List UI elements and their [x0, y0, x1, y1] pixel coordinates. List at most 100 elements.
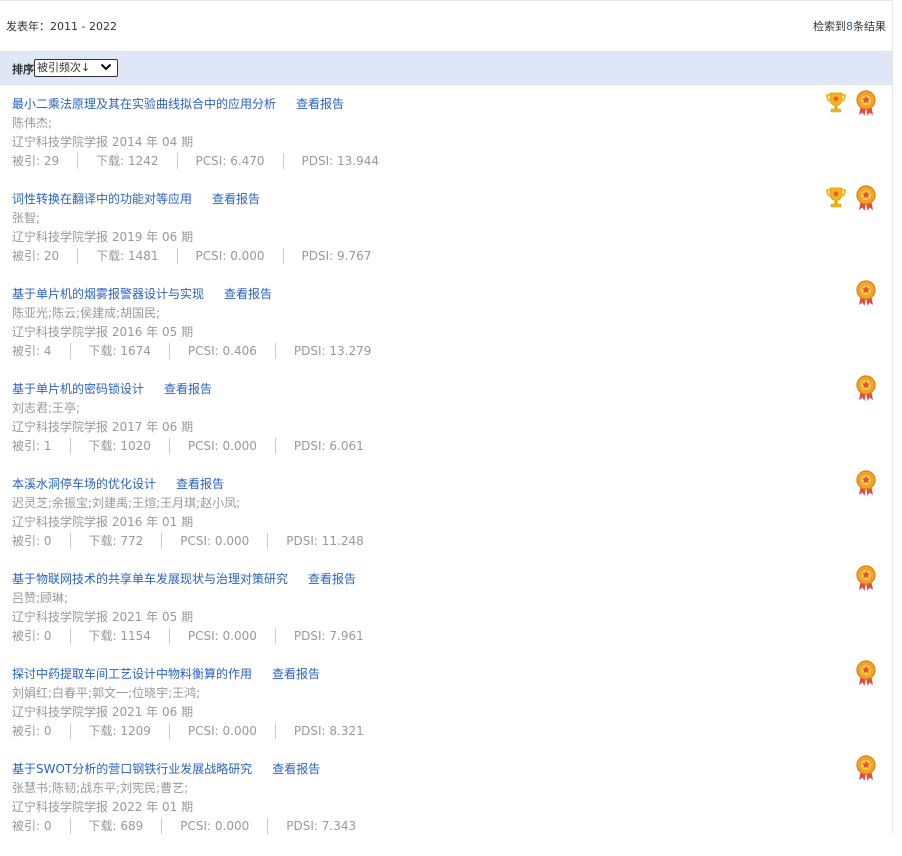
stat-download-value: 1209 — [120, 724, 151, 738]
title-row: 本溪水洞停车场的优化设计 查看报告 — [12, 476, 224, 492]
stat-cited-label: 被引: — [12, 344, 44, 358]
article-stats: 被引: 1 下载: 1020 PCSI: 0.000 PDSI: 6.061 — [12, 438, 382, 454]
article-journal: 辽宁科技学院学报 2021 年 06 期 — [12, 705, 194, 719]
stat-pdsi-label: PDSI: — [286, 534, 322, 548]
stat-cited: 被引: 29 — [12, 153, 77, 169]
article-authors: 陈亚光;陈云;侯建成;胡国民; — [12, 306, 161, 320]
sort-select[interactable]: 被引频次↓ — [34, 59, 118, 77]
stat-download-value: 1020 — [120, 439, 151, 453]
article-authors: 张智; — [12, 211, 41, 225]
article-title-link[interactable]: 探讨中药提取车间工艺设计中物料衡算的作用 — [12, 667, 252, 681]
stat-download: 下载: 1209 — [69, 723, 169, 739]
article-title-link[interactable]: 基于单片机的烟雾报警器设计与实现 — [12, 287, 204, 301]
stat-download-label: 下载: — [88, 819, 121, 833]
view-report-link[interactable]: 查看报告 — [176, 477, 224, 491]
stat-download-value: 689 — [120, 819, 144, 833]
stat-pdsi-label: PDSI: — [301, 249, 338, 263]
stat-cited: 被引: 20 — [12, 248, 77, 264]
sort-select-value: 被引频次↓ — [37, 61, 91, 74]
stat-pcsi: PCSI: 0.000 — [168, 438, 275, 454]
badges — [854, 754, 878, 782]
view-report-link[interactable]: 查看报告 — [224, 287, 272, 301]
result-count-text: 检索到8条结果 — [813, 18, 886, 34]
stat-pdsi-value: 13.279 — [329, 344, 372, 358]
badges — [824, 184, 878, 212]
stat-download: 下载: 1674 — [69, 343, 169, 359]
stat-cited: 被引: 1 — [12, 438, 70, 454]
article-title-link[interactable]: 本溪水洞停车场的优化设计 — [12, 477, 156, 491]
article-title-link[interactable]: 基于SWOT分析的营口钢铁行业发展战略研究 — [12, 762, 252, 776]
stat-pcsi-value: 0.000 — [230, 249, 265, 263]
view-report-link[interactable]: 查看报告 — [296, 97, 344, 111]
stat-download: 下载: 1481 — [77, 248, 176, 264]
view-report-link[interactable]: 查看报告 — [164, 382, 212, 396]
stat-download: 下载: 689 — [69, 818, 162, 834]
view-report-link[interactable]: 查看报告 — [308, 572, 356, 586]
stat-pcsi-label: PCSI: — [195, 249, 231, 263]
badges — [854, 374, 878, 402]
article-journal: 辽宁科技学院学报 2021 年 05 期 — [12, 610, 194, 624]
title-row: 基于单片机的密码锁设计 查看报告 — [12, 381, 212, 397]
trophy-icon — [826, 92, 846, 113]
article-title-link[interactable]: 词性转换在翻译中的功能对等应用 — [12, 192, 192, 206]
trophy-icon — [826, 187, 846, 208]
chevron-down-icon — [100, 63, 112, 71]
badges — [824, 89, 878, 117]
stat-pcsi-label: PCSI: — [195, 154, 231, 168]
stat-download-label: 下载: — [88, 344, 121, 358]
stat-cited-value: 20 — [43, 249, 60, 263]
stat-cited: 被引: 0 — [12, 533, 70, 549]
result-suffix: 条结果 — [853, 20, 886, 33]
view-report-link[interactable]: 查看报告 — [272, 762, 320, 776]
stat-cited-label: 被引: — [12, 249, 44, 263]
stat-download: 下载: 1020 — [69, 438, 169, 454]
stat-pdsi-value: 13.944 — [337, 154, 380, 168]
view-report-link[interactable]: 查看报告 — [272, 667, 320, 681]
badges — [854, 564, 878, 592]
result-item: 基于单片机的密码锁设计 查看报告 刘志君;王亭; 辽宁科技学院学报 2017 年 06… — [0, 375, 892, 476]
article-title-link[interactable]: 最小二乘法原理及其在实验曲线拟合中的应用分析 — [12, 97, 276, 111]
title-row: 最小二乘法原理及其在实验曲线拟合中的应用分析 查看报告 — [12, 96, 344, 112]
article-stats: 被引: 20 下载: 1481 PCSI: 0.000 PDSI: 9.767 — [12, 248, 389, 264]
stat-cited-label: 被引: — [12, 629, 44, 643]
article-authors: 迟灵芝;余振宝;刘建禹;王煊;王月琪;赵小凤; — [12, 496, 241, 510]
stat-pcsi-value: 0.000 — [214, 534, 250, 548]
stat-cited: 被引: 0 — [12, 723, 70, 739]
article-stats: 被引: 29 下载: 1242 PCSI: 6.470 PDSI: 13.944 — [12, 153, 397, 169]
right-border — [892, 0, 893, 833]
article-stats: 被引: 0 下载: 772 PCSI: 0.000 PDSI: 11.248 — [12, 533, 382, 549]
stat-pdsi: PDSI: 7.961 — [274, 628, 382, 644]
stat-pcsi-value: 0.000 — [222, 724, 257, 738]
result-count: 8 — [846, 20, 853, 33]
stat-pdsi-value: 7.343 — [321, 819, 357, 833]
title-row: 基于物联网技术的共享单车发展现状与治理对策研究 查看报告 — [12, 571, 356, 587]
stat-cited-label: 被引: — [12, 724, 44, 738]
badges — [854, 469, 878, 497]
title-row: 基于SWOT分析的营口钢铁行业发展战略研究 查看报告 — [12, 761, 320, 777]
stat-pdsi-label: PDSI: — [293, 439, 330, 453]
stat-pdsi-value: 11.248 — [321, 534, 364, 548]
article-authors: 吕赞;顾琳; — [12, 591, 69, 605]
stat-pdsi-label: PDSI: — [301, 154, 338, 168]
stat-pdsi: PDSI: 11.248 — [267, 533, 382, 549]
stat-pcsi-value: 0.406 — [222, 344, 257, 358]
stat-pcsi-label: PCSI: — [187, 344, 223, 358]
sort-label: 排序 — [12, 63, 34, 76]
stat-pdsi-value: 8.321 — [329, 724, 364, 738]
article-title-link[interactable]: 基于物联网技术的共享单车发展现状与治理对策研究 — [12, 572, 288, 586]
result-item: 基于SWOT分析的营口钢铁行业发展战略研究 查看报告 张慧书;陈韧;战东平;刘宪民;… — [0, 755, 892, 856]
stat-cited-value: 0 — [43, 724, 52, 738]
article-title-link[interactable]: 基于单片机的密码锁设计 — [12, 382, 144, 396]
stat-cited-value: 4 — [43, 344, 52, 358]
result-item: 基于单片机的烟雾报警器设计与实现 查看报告 陈亚光;陈云;侯建成;胡国民; 辽宁科技学… — [0, 280, 892, 381]
medal-icon — [856, 470, 876, 496]
stat-cited-value: 0 — [43, 629, 52, 643]
stat-pdsi: PDSI: 9.767 — [282, 248, 390, 264]
stat-pcsi-label: PCSI: — [180, 534, 215, 548]
stat-download-label: 下载: — [88, 629, 121, 643]
stat-cited-value: 0 — [43, 534, 52, 548]
stat-download-label: 下载: — [96, 249, 128, 263]
article-journal: 辽宁科技学院学报 2022 年 01 期 — [12, 800, 194, 814]
stat-pdsi: PDSI: 7.343 — [267, 818, 374, 834]
view-report-link[interactable]: 查看报告 — [212, 192, 260, 206]
